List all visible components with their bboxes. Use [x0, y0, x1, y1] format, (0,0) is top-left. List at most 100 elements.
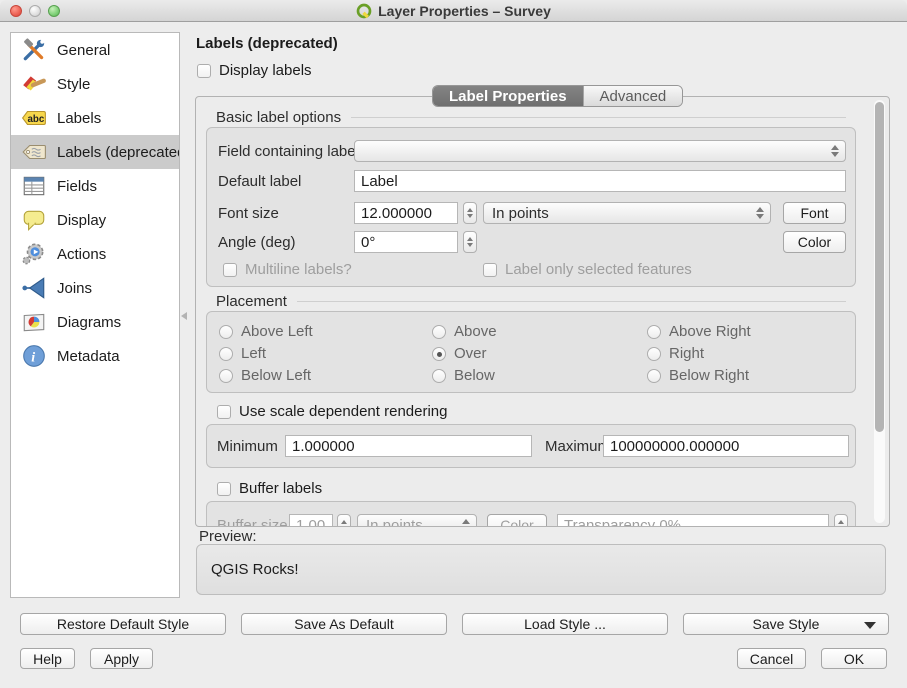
- placement-left[interactable]: Left: [219, 345, 266, 362]
- save-as-default-button[interactable]: Save As Default: [241, 613, 447, 635]
- scale-group: Minimum 1.000000 Maximum 100000000.00000…: [206, 424, 856, 468]
- tab-advanced[interactable]: Advanced: [583, 86, 683, 106]
- only-selected-checkbox[interactable]: [483, 263, 497, 277]
- preview-box: QGIS Rocks!: [196, 544, 886, 595]
- buffer-group: Buffer size 1.00 In points Color Transpa…: [206, 501, 856, 527]
- placement-below-left[interactable]: Below Left: [219, 367, 311, 384]
- buffer-size-stepper[interactable]: [337, 514, 351, 527]
- display-labels-checkbox[interactable]: [197, 64, 211, 78]
- multiline-labels-row: Multiline labels?: [223, 261, 352, 278]
- placement-above-right[interactable]: Above Right: [647, 323, 751, 340]
- display-labels-row: Display labels: [197, 62, 312, 79]
- sidebar-resize-handle[interactable]: [181, 312, 187, 320]
- labels-deprecated-icon: [21, 139, 47, 165]
- sidebar-item-label: Display: [57, 212, 106, 229]
- buffer-color-button[interactable]: Color: [487, 514, 547, 527]
- save-style-label: Save Style: [753, 616, 820, 632]
- buffer-transparency-field[interactable]: Transparency 0%: [557, 514, 829, 527]
- sidebar-item-label: Labels: [57, 110, 101, 127]
- sidebar-item-label: Labels (deprecated): [57, 144, 180, 161]
- load-style-button[interactable]: Load Style ...: [462, 613, 668, 635]
- buffer-labels-row: Buffer labels: [217, 480, 322, 497]
- ok-button[interactable]: OK: [821, 648, 887, 669]
- fields-icon: [21, 173, 47, 199]
- cancel-button[interactable]: Cancel: [737, 648, 806, 669]
- buffer-size-label: Buffer size: [217, 517, 288, 527]
- combo-updown-icon: [462, 519, 470, 527]
- help-button[interactable]: Help: [20, 648, 75, 669]
- sidebar-item-label: Joins: [57, 280, 92, 297]
- sidebar-item-display[interactable]: Display: [11, 203, 179, 237]
- sidebar-item-actions[interactable]: Actions: [11, 237, 179, 271]
- font-size-stepper[interactable]: [463, 202, 477, 224]
- label-properties-panel: Basic label options Field containing lab…: [195, 96, 890, 527]
- restore-default-style-button[interactable]: Restore Default Style: [20, 613, 226, 635]
- minimize-window-button[interactable]: [29, 5, 41, 17]
- default-label-label: Default label: [218, 173, 301, 190]
- buffer-transparency-stepper[interactable]: [834, 514, 848, 527]
- tab-label-properties[interactable]: Label Properties: [433, 86, 583, 106]
- placement-over[interactable]: Over: [432, 345, 487, 362]
- dropdown-arrow-icon: [864, 622, 876, 629]
- only-selected-row: Label only selected features: [483, 261, 692, 278]
- multiline-labels-label: Multiline labels?: [245, 261, 352, 278]
- placement-below[interactable]: Below: [432, 367, 495, 384]
- font-button[interactable]: Font: [783, 202, 846, 224]
- color-button[interactable]: Color: [783, 231, 846, 253]
- placement-above-left[interactable]: Above Left: [219, 323, 313, 340]
- font-units-combo[interactable]: In points: [483, 202, 771, 224]
- style-icon: [21, 71, 47, 97]
- buffer-units-combo[interactable]: In points: [357, 514, 477, 527]
- svg-text:i: i: [31, 349, 35, 365]
- apply-button[interactable]: Apply: [90, 648, 153, 669]
- buffer-labels-checkbox[interactable]: [217, 482, 231, 496]
- angle-input[interactable]: 0°: [354, 231, 458, 253]
- sidebar-item-label: Style: [57, 76, 90, 93]
- general-icon: [21, 37, 47, 63]
- sidebar-item-label: Metadata: [57, 348, 120, 365]
- actions-icon: [21, 241, 47, 267]
- preview-label: Preview:: [199, 528, 257, 545]
- minimum-input[interactable]: 1.000000: [285, 435, 532, 457]
- sidebar-item-joins[interactable]: Joins: [11, 271, 179, 305]
- scrollbar-thumb[interactable]: [875, 102, 884, 432]
- field-combo[interactable]: [354, 140, 846, 162]
- angle-stepper[interactable]: [463, 231, 477, 253]
- zoom-window-button[interactable]: [48, 5, 60, 17]
- scale-dependent-label: Use scale dependent rendering: [239, 403, 447, 420]
- display-icon: [21, 207, 47, 233]
- diagrams-icon: [21, 309, 47, 335]
- labels-icon: abc: [21, 105, 47, 131]
- multiline-labels-checkbox[interactable]: [223, 263, 237, 277]
- maximum-label: Maximum: [545, 438, 610, 455]
- qgis-logo-icon: [356, 3, 372, 19]
- sidebar-item-labels-deprecated[interactable]: Labels (deprecated): [11, 135, 179, 169]
- combo-updown-icon: [756, 207, 764, 219]
- close-window-button[interactable]: [10, 5, 22, 17]
- scale-dependent-checkbox[interactable]: [217, 405, 231, 419]
- maximum-input[interactable]: 100000000.000000: [603, 435, 849, 457]
- minimum-label: Minimum: [217, 438, 278, 455]
- vertical-scrollbar[interactable]: [874, 100, 885, 523]
- default-label-input[interactable]: Label: [354, 170, 846, 192]
- sidebar-item-labels[interactable]: abc Labels: [11, 101, 179, 135]
- sidebar-item-style[interactable]: Style: [11, 67, 179, 101]
- angle-label: Angle (deg): [218, 234, 296, 251]
- sidebar-item-diagrams[interactable]: Diagrams: [11, 305, 179, 339]
- buffer-size-input[interactable]: 1.00: [289, 514, 333, 527]
- placement-below-right[interactable]: Below Right: [647, 367, 749, 384]
- page-title: Labels (deprecated): [196, 35, 338, 52]
- sidebar-item-metadata[interactable]: i Metadata: [11, 339, 179, 373]
- metadata-icon: i: [21, 343, 47, 369]
- sidebar-item-fields[interactable]: Fields: [11, 169, 179, 203]
- placement-group: Above Left Above Above Right Left Over R…: [206, 311, 856, 393]
- font-size-input[interactable]: 12.000000: [354, 202, 458, 224]
- basic-options-group: Field containing label Default label Lab…: [206, 127, 856, 287]
- sidebar-item-general[interactable]: General: [11, 33, 179, 67]
- basic-options-group-title: Basic label options: [216, 109, 846, 126]
- save-style-button[interactable]: Save Style: [683, 613, 889, 635]
- window-title: Layer Properties – Survey: [378, 3, 551, 19]
- placement-above[interactable]: Above: [432, 323, 497, 340]
- preview-text: QGIS Rocks!: [211, 561, 299, 578]
- placement-right[interactable]: Right: [647, 345, 704, 362]
